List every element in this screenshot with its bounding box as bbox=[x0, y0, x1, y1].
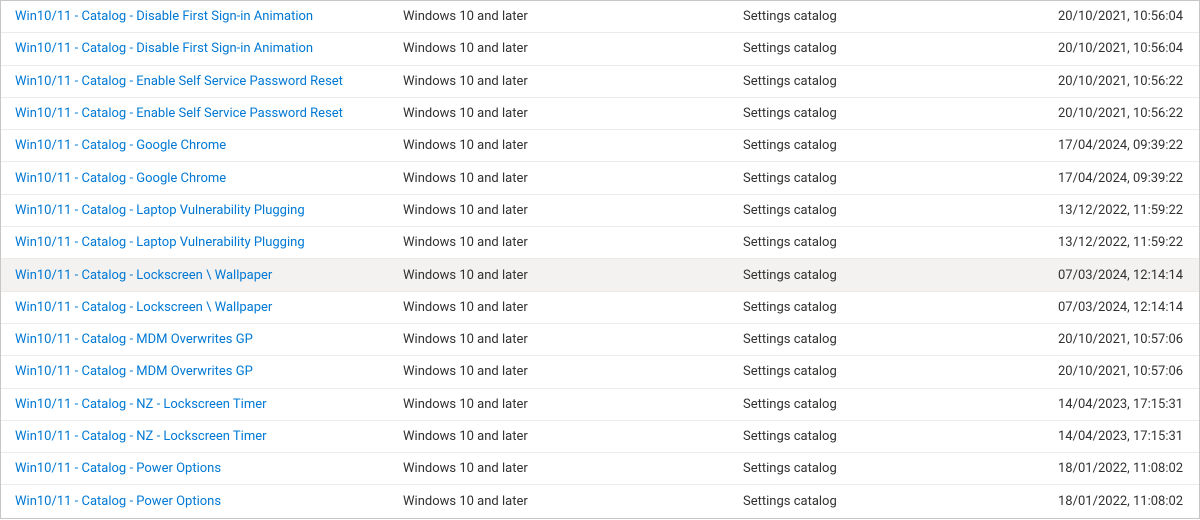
platform-cell: Windows 10 and later bbox=[403, 106, 743, 121]
table-row[interactable]: Win10/11 - Catalog - Enable Self Service… bbox=[1, 66, 1199, 98]
profile-name-link[interactable]: Win10/11 - Catalog - Power Options bbox=[15, 461, 221, 476]
platform-cell: Windows 10 and later bbox=[403, 364, 743, 379]
profile-name-cell: Win10/11 - Catalog - NZ - Lockscreen Tim… bbox=[15, 397, 403, 412]
profile-name-link[interactable]: Win10/11 - Catalog - Lockscreen \ Wallpa… bbox=[15, 268, 272, 283]
table-row[interactable]: Win10/11 - Catalog - NZ - Lockscreen Tim… bbox=[1, 421, 1199, 453]
profile-type-cell: Settings catalog bbox=[743, 300, 1058, 315]
table-row[interactable]: Win10/11 - Catalog - Power Options Window… bbox=[1, 485, 1199, 517]
platform-cell: Windows 10 and later bbox=[403, 41, 743, 56]
profile-name-cell: Win10/11 - Catalog - NZ - Lockscreen Tim… bbox=[15, 429, 403, 444]
table-row[interactable]: Win10/11 - Catalog - Disable First Sign-… bbox=[1, 33, 1199, 65]
modified-date-cell: 13/12/2022, 11:59:22 bbox=[1058, 203, 1185, 218]
modified-date-cell: 13/12/2022, 11:59:22 bbox=[1058, 235, 1185, 250]
table-row[interactable]: Win10/11 - Catalog - Laptop Vulnerabilit… bbox=[1, 227, 1199, 259]
profile-name-link[interactable]: Win10/11 - Catalog - NZ - Lockscreen Tim… bbox=[15, 429, 267, 444]
platform-cell: Windows 10 and later bbox=[403, 9, 743, 24]
platform-cell: Windows 10 and later bbox=[403, 429, 743, 444]
profile-name-cell: Win10/11 - Catalog - Enable Self Service… bbox=[15, 74, 403, 89]
profiles-table: Win10/11 - Catalog - Disable First Sign-… bbox=[0, 0, 1200, 519]
profile-type-cell: Settings catalog bbox=[743, 106, 1058, 121]
modified-date-cell: 18/01/2022, 11:08:02 bbox=[1058, 461, 1185, 476]
table-row[interactable]: Win10/11 - Catalog - Google Chrome Window… bbox=[1, 130, 1199, 162]
profile-name-cell: Win10/11 - Catalog - Google Chrome bbox=[15, 138, 403, 153]
profile-name-cell: Win10/11 - Catalog - Laptop Vulnerabilit… bbox=[15, 235, 403, 250]
profile-name-cell: Win10/11 - Catalog - MDM Overwrites GP bbox=[15, 364, 403, 379]
profile-type-cell: Settings catalog bbox=[743, 364, 1058, 379]
profile-name-link[interactable]: Win10/11 - Catalog - NZ - Lockscreen Tim… bbox=[15, 397, 267, 412]
profile-type-cell: Settings catalog bbox=[743, 9, 1058, 24]
profile-name-cell: Win10/11 - Catalog - Google Chrome bbox=[15, 171, 403, 186]
profile-name-cell: Win10/11 - Catalog - Power Options bbox=[15, 494, 403, 509]
platform-cell: Windows 10 and later bbox=[403, 74, 743, 89]
modified-date-cell: 20/10/2021, 10:56:04 bbox=[1058, 9, 1185, 24]
platform-cell: Windows 10 and later bbox=[403, 203, 743, 218]
modified-date-cell: 20/10/2021, 10:57:06 bbox=[1058, 364, 1185, 379]
profile-type-cell: Settings catalog bbox=[743, 332, 1058, 347]
profile-name-cell: Win10/11 - Catalog - Lockscreen \ Wallpa… bbox=[15, 268, 403, 283]
profile-name-cell: Win10/11 - Catalog - Lockscreen \ Wallpa… bbox=[15, 300, 403, 315]
profile-type-cell: Settings catalog bbox=[743, 429, 1058, 444]
platform-cell: Windows 10 and later bbox=[403, 171, 743, 186]
modified-date-cell: 20/10/2021, 10:56:22 bbox=[1058, 106, 1185, 121]
profile-type-cell: Settings catalog bbox=[743, 41, 1058, 56]
profile-name-cell: Win10/11 - Catalog - Enable Self Service… bbox=[15, 106, 403, 121]
platform-cell: Windows 10 and later bbox=[403, 494, 743, 509]
modified-date-cell: 20/10/2021, 10:56:22 bbox=[1058, 74, 1185, 89]
profile-type-cell: Settings catalog bbox=[743, 235, 1058, 250]
profile-name-cell: Win10/11 - Catalog - Disable First Sign-… bbox=[15, 9, 403, 24]
modified-date-cell: 07/03/2024, 12:14:14 bbox=[1058, 300, 1185, 315]
profile-name-link[interactable]: Win10/11 - Catalog - MDM Overwrites GP bbox=[15, 332, 253, 347]
profile-name-link[interactable]: Win10/11 - Catalog - Enable Self Service… bbox=[15, 74, 343, 89]
table-row[interactable]: Win10/11 - Catalog - Lockscreen \ Wallpa… bbox=[1, 292, 1199, 324]
platform-cell: Windows 10 and later bbox=[403, 235, 743, 250]
modified-date-cell: 18/01/2022, 11:08:02 bbox=[1058, 494, 1185, 509]
modified-date-cell: 14/04/2023, 17:15:31 bbox=[1058, 429, 1185, 444]
profile-name-link[interactable]: Win10/11 - Catalog - Disable First Sign-… bbox=[15, 9, 313, 24]
table-row[interactable]: Win10/11 - Catalog - MDM Overwrites GP Wi… bbox=[1, 324, 1199, 356]
modified-date-cell: 20/10/2021, 10:57:06 bbox=[1058, 332, 1185, 347]
profile-name-link[interactable]: Win10/11 - Catalog - Google Chrome bbox=[15, 138, 226, 153]
profile-name-link[interactable]: Win10/11 - Catalog - Google Chrome bbox=[15, 171, 226, 186]
profile-name-cell: Win10/11 - Catalog - MDM Overwrites GP bbox=[15, 332, 403, 347]
profile-name-cell: Win10/11 - Catalog - Disable First Sign-… bbox=[15, 41, 403, 56]
profile-type-cell: Settings catalog bbox=[743, 461, 1058, 476]
profile-name-link[interactable]: Win10/11 - Catalog - MDM Overwrites GP bbox=[15, 364, 253, 379]
profile-name-link[interactable]: Win10/11 - Catalog - Lockscreen \ Wallpa… bbox=[15, 300, 272, 315]
profile-name-link[interactable]: Win10/11 - Catalog - Laptop Vulnerabilit… bbox=[15, 203, 305, 218]
table-row[interactable]: Win10/11 - Catalog - Laptop Vulnerabilit… bbox=[1, 195, 1199, 227]
modified-date-cell: 17/04/2024, 09:39:22 bbox=[1058, 171, 1185, 186]
platform-cell: Windows 10 and later bbox=[403, 461, 743, 476]
profile-name-cell: Win10/11 - Catalog - Laptop Vulnerabilit… bbox=[15, 203, 403, 218]
platform-cell: Windows 10 and later bbox=[403, 300, 743, 315]
table-row[interactable]: Win10/11 - Catalog - Google Chrome Window… bbox=[1, 162, 1199, 194]
table-row[interactable]: Win10/11 - Catalog - MDM Overwrites GP Wi… bbox=[1, 356, 1199, 388]
profile-type-cell: Settings catalog bbox=[743, 74, 1058, 89]
modified-date-cell: 20/10/2021, 10:56:04 bbox=[1058, 41, 1185, 56]
profile-name-link[interactable]: Win10/11 - Catalog - Power Options bbox=[15, 494, 221, 509]
profile-type-cell: Settings catalog bbox=[743, 494, 1058, 509]
profile-type-cell: Settings catalog bbox=[743, 171, 1058, 186]
platform-cell: Windows 10 and later bbox=[403, 138, 743, 153]
profile-name-link[interactable]: Win10/11 - Catalog - Enable Self Service… bbox=[15, 106, 343, 121]
profile-name-link[interactable]: Win10/11 - Catalog - Disable First Sign-… bbox=[15, 41, 313, 56]
profile-type-cell: Settings catalog bbox=[743, 397, 1058, 412]
table-row[interactable]: Win10/11 - Catalog - Lockscreen \ Wallpa… bbox=[1, 259, 1199, 291]
profile-name-cell: Win10/11 - Catalog - Power Options bbox=[15, 461, 403, 476]
profile-type-cell: Settings catalog bbox=[743, 268, 1058, 283]
table-row[interactable]: Win10/11 - Catalog - NZ - Lockscreen Tim… bbox=[1, 389, 1199, 421]
profile-type-cell: Settings catalog bbox=[743, 138, 1058, 153]
profile-type-cell: Settings catalog bbox=[743, 203, 1058, 218]
platform-cell: Windows 10 and later bbox=[403, 332, 743, 347]
table-row[interactable]: Win10/11 - Catalog - Power Options Window… bbox=[1, 453, 1199, 485]
table-row[interactable]: Win10/11 - Catalog - Disable First Sign-… bbox=[1, 1, 1199, 33]
table-body: Win10/11 - Catalog - Disable First Sign-… bbox=[1, 1, 1199, 518]
table-row[interactable]: Win10/11 - Catalog - Enable Self Service… bbox=[1, 98, 1199, 130]
modified-date-cell: 07/03/2024, 12:14:14 bbox=[1058, 268, 1185, 283]
platform-cell: Windows 10 and later bbox=[403, 268, 743, 283]
profile-name-link[interactable]: Win10/11 - Catalog - Laptop Vulnerabilit… bbox=[15, 235, 305, 250]
platform-cell: Windows 10 and later bbox=[403, 397, 743, 412]
modified-date-cell: 14/04/2023, 17:15:31 bbox=[1058, 397, 1185, 412]
modified-date-cell: 17/04/2024, 09:39:22 bbox=[1058, 138, 1185, 153]
